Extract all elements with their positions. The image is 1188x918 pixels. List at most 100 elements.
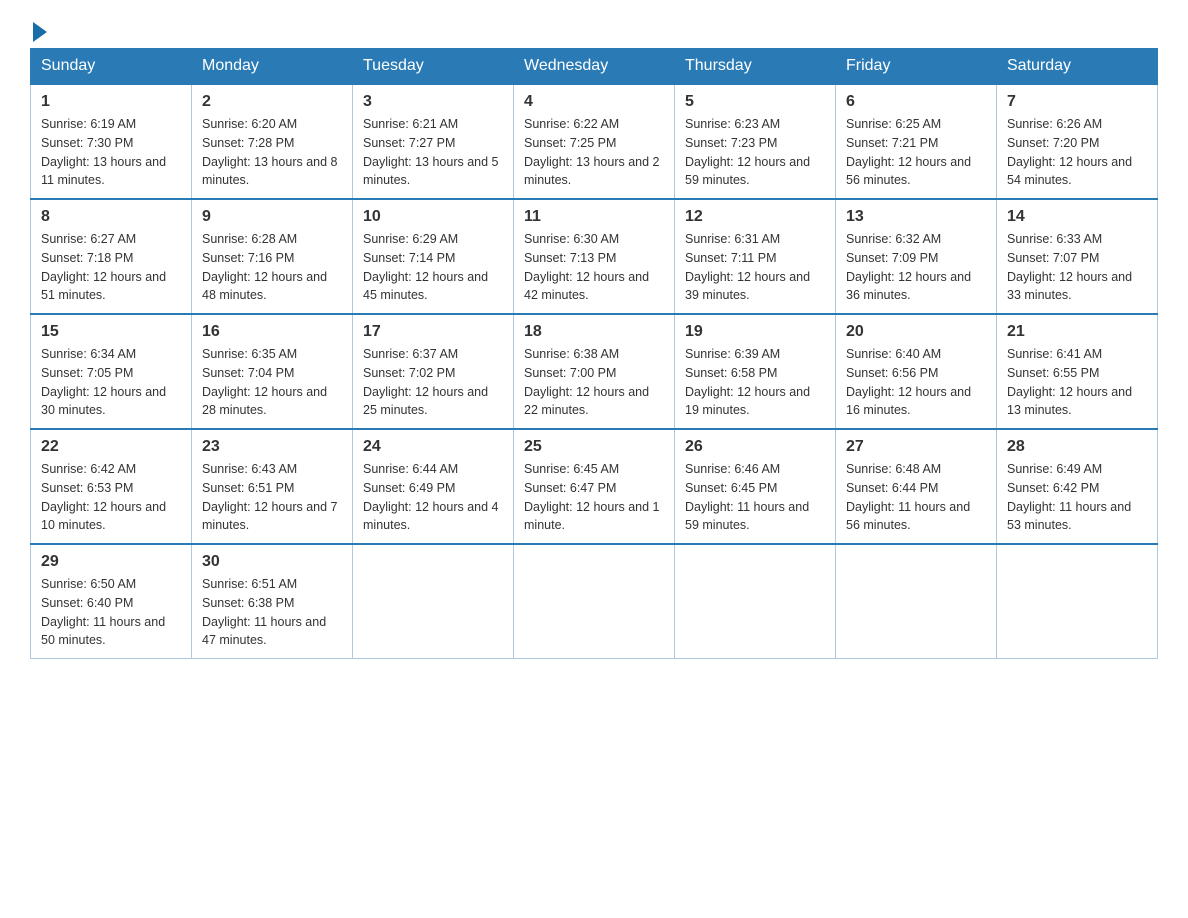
calendar-weekday-header: Sunday bbox=[31, 49, 192, 85]
page-header bbox=[30, 20, 1158, 38]
calendar-week-row: 22 Sunrise: 6:42 AMSunset: 6:53 PMDaylig… bbox=[31, 429, 1158, 544]
day-info: Sunrise: 6:48 AMSunset: 6:44 PMDaylight:… bbox=[846, 460, 986, 535]
calendar-day-cell bbox=[836, 544, 997, 659]
day-info: Sunrise: 6:49 AMSunset: 6:42 PMDaylight:… bbox=[1007, 460, 1147, 535]
day-info: Sunrise: 6:20 AMSunset: 7:28 PMDaylight:… bbox=[202, 115, 342, 190]
day-number: 28 bbox=[1007, 438, 1147, 456]
day-number: 27 bbox=[846, 438, 986, 456]
day-info: Sunrise: 6:40 AMSunset: 6:56 PMDaylight:… bbox=[846, 345, 986, 420]
day-number: 2 bbox=[202, 93, 342, 111]
calendar-day-cell bbox=[997, 544, 1158, 659]
day-number: 26 bbox=[685, 438, 825, 456]
logo-arrow-icon bbox=[33, 22, 47, 42]
day-number: 9 bbox=[202, 208, 342, 226]
calendar-day-cell bbox=[514, 544, 675, 659]
day-number: 10 bbox=[363, 208, 503, 226]
calendar-day-cell: 19 Sunrise: 6:39 AMSunset: 6:58 PMDaylig… bbox=[675, 314, 836, 429]
day-number: 1 bbox=[41, 93, 181, 111]
day-number: 21 bbox=[1007, 323, 1147, 341]
day-number: 23 bbox=[202, 438, 342, 456]
calendar-day-cell: 27 Sunrise: 6:48 AMSunset: 6:44 PMDaylig… bbox=[836, 429, 997, 544]
calendar-day-cell: 17 Sunrise: 6:37 AMSunset: 7:02 PMDaylig… bbox=[353, 314, 514, 429]
day-info: Sunrise: 6:34 AMSunset: 7:05 PMDaylight:… bbox=[41, 345, 181, 420]
calendar-week-row: 15 Sunrise: 6:34 AMSunset: 7:05 PMDaylig… bbox=[31, 314, 1158, 429]
day-number: 12 bbox=[685, 208, 825, 226]
day-info: Sunrise: 6:42 AMSunset: 6:53 PMDaylight:… bbox=[41, 460, 181, 535]
calendar-day-cell: 6 Sunrise: 6:25 AMSunset: 7:21 PMDayligh… bbox=[836, 84, 997, 199]
day-number: 16 bbox=[202, 323, 342, 341]
day-info: Sunrise: 6:33 AMSunset: 7:07 PMDaylight:… bbox=[1007, 230, 1147, 305]
day-info: Sunrise: 6:27 AMSunset: 7:18 PMDaylight:… bbox=[41, 230, 181, 305]
calendar-table: SundayMondayTuesdayWednesdayThursdayFrid… bbox=[30, 48, 1158, 659]
calendar-week-row: 1 Sunrise: 6:19 AMSunset: 7:30 PMDayligh… bbox=[31, 84, 1158, 199]
calendar-weekday-header: Thursday bbox=[675, 49, 836, 85]
calendar-day-cell: 22 Sunrise: 6:42 AMSunset: 6:53 PMDaylig… bbox=[31, 429, 192, 544]
day-number: 22 bbox=[41, 438, 181, 456]
day-number: 5 bbox=[685, 93, 825, 111]
calendar-day-cell: 18 Sunrise: 6:38 AMSunset: 7:00 PMDaylig… bbox=[514, 314, 675, 429]
day-info: Sunrise: 6:46 AMSunset: 6:45 PMDaylight:… bbox=[685, 460, 825, 535]
calendar-day-cell: 16 Sunrise: 6:35 AMSunset: 7:04 PMDaylig… bbox=[192, 314, 353, 429]
calendar-day-cell: 29 Sunrise: 6:50 AMSunset: 6:40 PMDaylig… bbox=[31, 544, 192, 659]
day-info: Sunrise: 6:37 AMSunset: 7:02 PMDaylight:… bbox=[363, 345, 503, 420]
day-number: 7 bbox=[1007, 93, 1147, 111]
calendar-day-cell: 30 Sunrise: 6:51 AMSunset: 6:38 PMDaylig… bbox=[192, 544, 353, 659]
calendar-week-row: 8 Sunrise: 6:27 AMSunset: 7:18 PMDayligh… bbox=[31, 199, 1158, 314]
calendar-day-cell: 14 Sunrise: 6:33 AMSunset: 7:07 PMDaylig… bbox=[997, 199, 1158, 314]
day-info: Sunrise: 6:31 AMSunset: 7:11 PMDaylight:… bbox=[685, 230, 825, 305]
day-number: 4 bbox=[524, 93, 664, 111]
calendar-day-cell: 8 Sunrise: 6:27 AMSunset: 7:18 PMDayligh… bbox=[31, 199, 192, 314]
day-info: Sunrise: 6:50 AMSunset: 6:40 PMDaylight:… bbox=[41, 575, 181, 650]
day-number: 6 bbox=[846, 93, 986, 111]
calendar-day-cell: 10 Sunrise: 6:29 AMSunset: 7:14 PMDaylig… bbox=[353, 199, 514, 314]
calendar-weekday-header: Friday bbox=[836, 49, 997, 85]
calendar-day-cell: 25 Sunrise: 6:45 AMSunset: 6:47 PMDaylig… bbox=[514, 429, 675, 544]
day-info: Sunrise: 6:29 AMSunset: 7:14 PMDaylight:… bbox=[363, 230, 503, 305]
day-number: 11 bbox=[524, 208, 664, 226]
day-info: Sunrise: 6:26 AMSunset: 7:20 PMDaylight:… bbox=[1007, 115, 1147, 190]
day-number: 18 bbox=[524, 323, 664, 341]
day-number: 15 bbox=[41, 323, 181, 341]
calendar-day-cell: 21 Sunrise: 6:41 AMSunset: 6:55 PMDaylig… bbox=[997, 314, 1158, 429]
day-number: 19 bbox=[685, 323, 825, 341]
day-info: Sunrise: 6:44 AMSunset: 6:49 PMDaylight:… bbox=[363, 460, 503, 535]
day-info: Sunrise: 6:39 AMSunset: 6:58 PMDaylight:… bbox=[685, 345, 825, 420]
calendar-header-row: SundayMondayTuesdayWednesdayThursdayFrid… bbox=[31, 49, 1158, 85]
calendar-day-cell: 7 Sunrise: 6:26 AMSunset: 7:20 PMDayligh… bbox=[997, 84, 1158, 199]
calendar-day-cell: 24 Sunrise: 6:44 AMSunset: 6:49 PMDaylig… bbox=[353, 429, 514, 544]
calendar-day-cell: 28 Sunrise: 6:49 AMSunset: 6:42 PMDaylig… bbox=[997, 429, 1158, 544]
day-number: 24 bbox=[363, 438, 503, 456]
day-number: 3 bbox=[363, 93, 503, 111]
calendar-weekday-header: Saturday bbox=[997, 49, 1158, 85]
calendar-day-cell: 4 Sunrise: 6:22 AMSunset: 7:25 PMDayligh… bbox=[514, 84, 675, 199]
day-info: Sunrise: 6:32 AMSunset: 7:09 PMDaylight:… bbox=[846, 230, 986, 305]
calendar-day-cell: 1 Sunrise: 6:19 AMSunset: 7:30 PMDayligh… bbox=[31, 84, 192, 199]
calendar-day-cell bbox=[675, 544, 836, 659]
logo bbox=[30, 20, 47, 38]
calendar-day-cell: 26 Sunrise: 6:46 AMSunset: 6:45 PMDaylig… bbox=[675, 429, 836, 544]
day-info: Sunrise: 6:41 AMSunset: 6:55 PMDaylight:… bbox=[1007, 345, 1147, 420]
day-info: Sunrise: 6:19 AMSunset: 7:30 PMDaylight:… bbox=[41, 115, 181, 190]
day-info: Sunrise: 6:22 AMSunset: 7:25 PMDaylight:… bbox=[524, 115, 664, 190]
day-number: 20 bbox=[846, 323, 986, 341]
day-info: Sunrise: 6:45 AMSunset: 6:47 PMDaylight:… bbox=[524, 460, 664, 535]
calendar-week-row: 29 Sunrise: 6:50 AMSunset: 6:40 PMDaylig… bbox=[31, 544, 1158, 659]
day-number: 17 bbox=[363, 323, 503, 341]
day-info: Sunrise: 6:28 AMSunset: 7:16 PMDaylight:… bbox=[202, 230, 342, 305]
day-info: Sunrise: 6:35 AMSunset: 7:04 PMDaylight:… bbox=[202, 345, 342, 420]
day-info: Sunrise: 6:21 AMSunset: 7:27 PMDaylight:… bbox=[363, 115, 503, 190]
day-info: Sunrise: 6:23 AMSunset: 7:23 PMDaylight:… bbox=[685, 115, 825, 190]
day-number: 29 bbox=[41, 553, 181, 571]
day-number: 8 bbox=[41, 208, 181, 226]
day-info: Sunrise: 6:25 AMSunset: 7:21 PMDaylight:… bbox=[846, 115, 986, 190]
calendar-weekday-header: Monday bbox=[192, 49, 353, 85]
day-number: 25 bbox=[524, 438, 664, 456]
calendar-day-cell: 23 Sunrise: 6:43 AMSunset: 6:51 PMDaylig… bbox=[192, 429, 353, 544]
day-info: Sunrise: 6:30 AMSunset: 7:13 PMDaylight:… bbox=[524, 230, 664, 305]
day-info: Sunrise: 6:38 AMSunset: 7:00 PMDaylight:… bbox=[524, 345, 664, 420]
calendar-day-cell: 3 Sunrise: 6:21 AMSunset: 7:27 PMDayligh… bbox=[353, 84, 514, 199]
calendar-day-cell: 9 Sunrise: 6:28 AMSunset: 7:16 PMDayligh… bbox=[192, 199, 353, 314]
calendar-day-cell: 5 Sunrise: 6:23 AMSunset: 7:23 PMDayligh… bbox=[675, 84, 836, 199]
calendar-day-cell: 20 Sunrise: 6:40 AMSunset: 6:56 PMDaylig… bbox=[836, 314, 997, 429]
day-number: 30 bbox=[202, 553, 342, 571]
